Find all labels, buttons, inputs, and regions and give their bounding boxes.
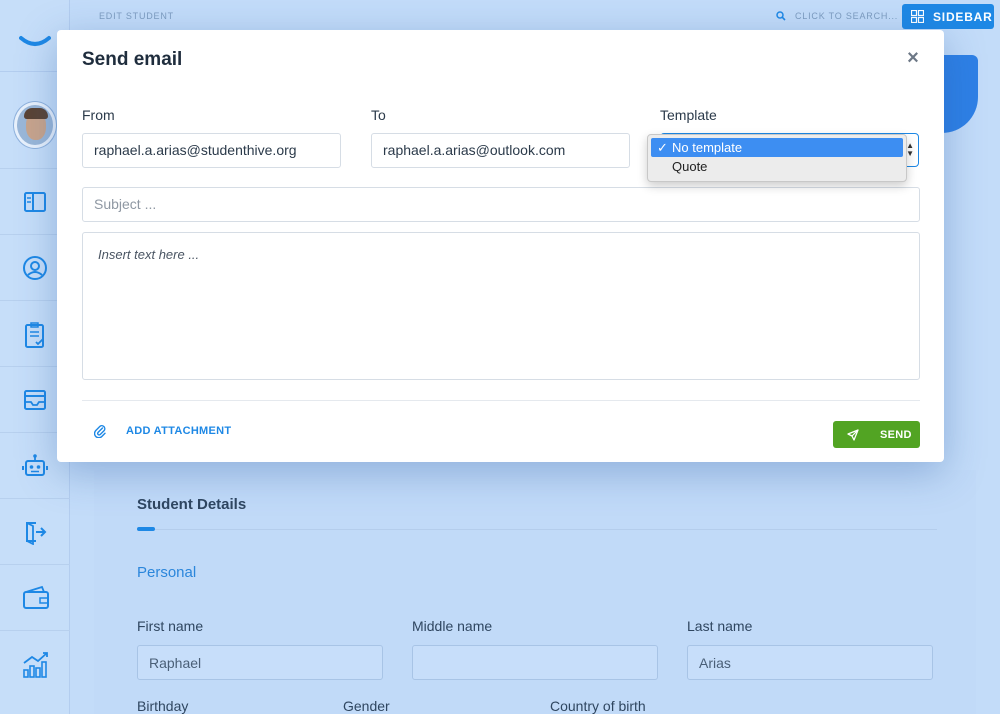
search-trigger[interactable]: CLICK TO SEARCH... xyxy=(776,8,898,24)
gender-label: Gender xyxy=(343,698,390,714)
exit-icon xyxy=(26,522,47,545)
title-accent xyxy=(137,527,155,531)
template-option-no-template[interactable]: ✓ No template xyxy=(651,138,903,157)
send-button[interactable]: SEND xyxy=(833,421,920,448)
rail-item-exit[interactable] xyxy=(0,498,70,564)
birthday-label: Birthday xyxy=(137,698,189,714)
section-title: Student Details xyxy=(137,496,247,513)
search-icon xyxy=(776,11,786,21)
wallet-icon xyxy=(23,585,49,609)
layout-icon xyxy=(24,192,46,212)
grid-icon xyxy=(911,10,924,23)
option-label: No template xyxy=(672,140,743,155)
from-field[interactable]: raphael.a.arias@studenthive.org xyxy=(82,133,341,168)
template-option-quote[interactable]: Quote xyxy=(648,157,906,176)
first-name-field[interactable]: Raphael xyxy=(137,645,383,680)
inbox-icon xyxy=(24,390,46,410)
middle-name-field[interactable] xyxy=(412,645,658,680)
rail-item-wallet[interactable] xyxy=(0,564,70,630)
to-field[interactable]: raphael.a.arias@outlook.com xyxy=(371,133,630,168)
send-email-modal: Send email × From To Template raphael.a.… xyxy=(57,30,944,462)
subject-input[interactable]: Subject ... xyxy=(82,187,920,222)
robot-icon xyxy=(22,454,48,476)
clipboard-icon xyxy=(25,322,44,348)
divider xyxy=(137,529,937,530)
add-attachment-label: ADD ATTACHMENT xyxy=(126,425,232,437)
last-name-label: Last name xyxy=(687,618,753,634)
close-icon[interactable]: × xyxy=(902,47,924,69)
message-textarea[interactable]: Insert text here ... xyxy=(82,232,920,380)
logo-icon xyxy=(19,36,51,46)
template-dropdown: ✓ No template Quote xyxy=(647,134,907,182)
to-label: To xyxy=(371,107,386,123)
avatar[interactable] xyxy=(14,102,56,148)
check-icon: ✓ xyxy=(657,140,668,155)
add-attachment-link[interactable]: ADD ATTACHMENT xyxy=(94,424,231,438)
send-label: SEND xyxy=(880,428,912,441)
rail-item-stats[interactable] xyxy=(0,630,70,696)
paperclip-icon xyxy=(94,425,106,438)
sidebar-button[interactable]: SIDEBAR xyxy=(902,4,994,29)
send-icon xyxy=(847,428,859,441)
chart-icon xyxy=(23,652,48,678)
subsection-title: Personal xyxy=(137,564,197,581)
modal-divider xyxy=(82,400,920,401)
from-label: From xyxy=(82,107,115,123)
sidebar-button-label: SIDEBAR xyxy=(933,9,993,24)
template-label: Template xyxy=(660,107,717,123)
modal-title: Send email xyxy=(82,49,183,70)
user-icon xyxy=(23,256,47,280)
breadcrumb: EDIT STUDENT xyxy=(99,11,174,21)
last-name-field[interactable]: Arias xyxy=(687,645,933,680)
option-label: Quote xyxy=(672,159,708,174)
select-arrows-icon: ▲ ▼ xyxy=(906,141,914,158)
first-name-label: First name xyxy=(137,618,204,634)
country-of-birth-label: Country of birth xyxy=(550,698,646,714)
search-label: CLICK TO SEARCH... xyxy=(795,11,899,21)
middle-name-label: Middle name xyxy=(412,618,493,634)
